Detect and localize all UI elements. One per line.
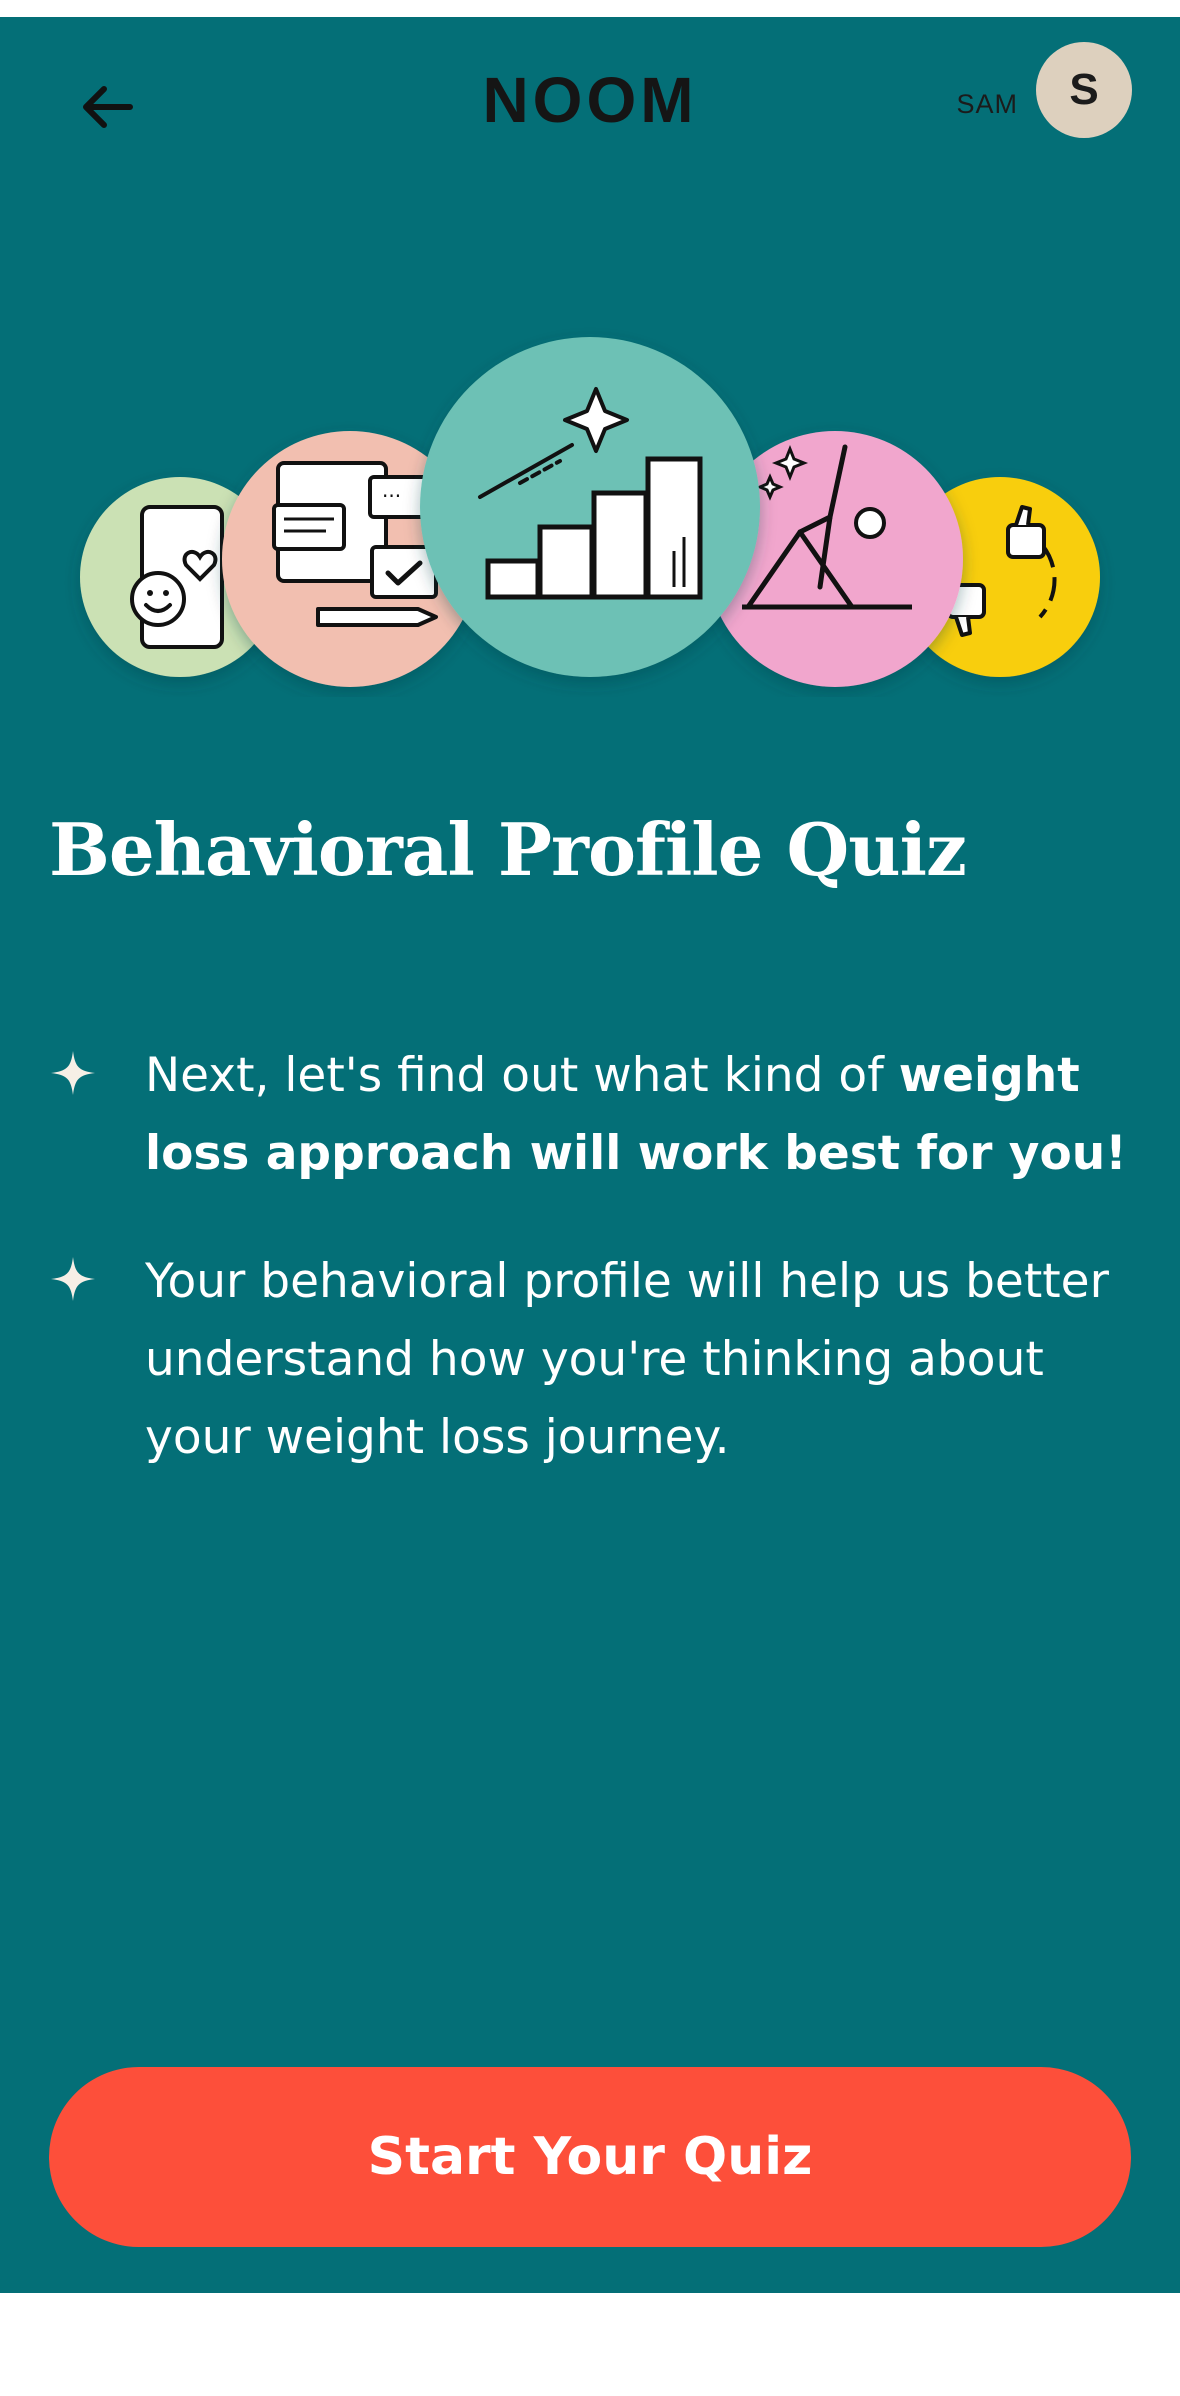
info-list: Next, let's find out what kind of weight… <box>49 1037 1129 1527</box>
sparkle-icon <box>51 1051 95 1095</box>
list-item: Next, let's find out what kind of weight… <box>49 1037 1129 1193</box>
user-name: SAM <box>956 89 1018 119</box>
list-item: Your behavioral profile will help us bet… <box>49 1243 1129 1477</box>
hero-illustration: ··· <box>0 317 1180 697</box>
bullet-text: Next, let's find out what kind of <box>145 1048 899 1103</box>
bar-chart-growth-icon <box>420 337 760 677</box>
start-quiz-button[interactable]: Start Your Quiz <box>49 2067 1131 2247</box>
sparkle-icon <box>51 1257 95 1301</box>
page-title: Behavioral Profile Quiz <box>49 807 967 892</box>
avatar[interactable]: S <box>1036 42 1132 138</box>
bullet-text: Your behavioral profile will help us bet… <box>145 1254 1109 1465</box>
quiz-intro-screen: NOOM SAM S ··· Behavioral Profile Quiz N… <box>0 17 1180 2293</box>
svg-text:···: ··· <box>382 484 401 508</box>
